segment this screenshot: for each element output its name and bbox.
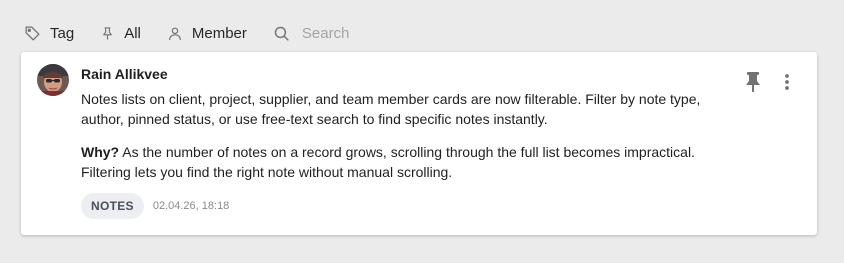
note-author: Rain Allikvee — [81, 66, 168, 82]
pin-filter-label: All — [124, 24, 141, 42]
member-filter[interactable]: Member — [167, 22, 247, 44]
pin-filled-icon — [746, 72, 760, 92]
filter-bar: Tag All Member — [24, 22, 442, 44]
pin-outline-icon — [103, 26, 112, 40]
tag-filter[interactable]: Tag — [24, 22, 74, 44]
more-vertical-icon — [785, 74, 789, 90]
why-text: As the number of notes on a record grows… — [81, 144, 695, 180]
pin-button[interactable] — [742, 70, 764, 94]
search-box[interactable] — [273, 22, 442, 44]
avatar — [37, 64, 69, 96]
note-why-paragraph: Why? As the number of notes on a record … — [81, 142, 731, 182]
more-options-button[interactable] — [777, 70, 797, 94]
member-filter-label: Member — [191, 24, 247, 42]
note-paragraph: Notes lists on client, project, supplier… — [81, 91, 701, 127]
note-card: Rain Allikvee Notes lists on client, pro… — [21, 52, 817, 235]
tag-icon — [25, 25, 40, 41]
pin-filter[interactable]: All — [100, 22, 141, 44]
note-footer: NOTES 02.04.26, 18:18 — [81, 193, 229, 219]
search-icon — [274, 26, 289, 41]
note-body: Notes lists on client, project, supplier… — [81, 89, 731, 182]
tag-filter-label: Tag — [50, 24, 75, 42]
note-type-badge[interactable]: NOTES — [81, 193, 144, 219]
why-label: Why? — [81, 144, 120, 160]
note-timestamp: 02.04.26, 18:18 — [152, 200, 230, 212]
user-icon — [168, 27, 181, 40]
search-input[interactable] — [301, 24, 442, 42]
